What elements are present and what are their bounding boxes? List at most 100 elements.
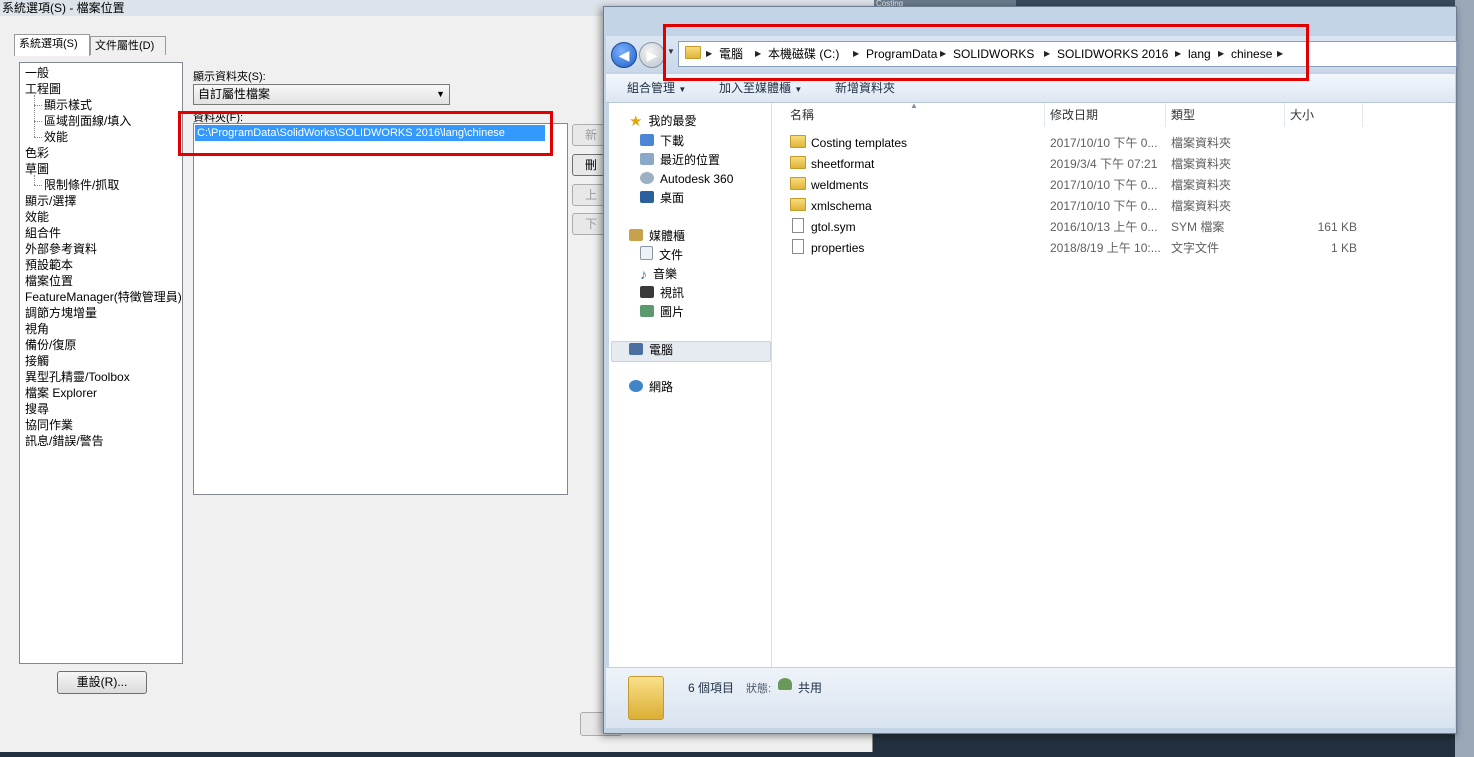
file-name-cell[interactable]: weldments — [790, 175, 868, 195]
folder-icon — [790, 177, 806, 190]
tab-document-properties[interactable]: 文件屬性(D) — [90, 36, 166, 55]
file-type: 文字文件 — [1171, 241, 1220, 255]
tree-connector-line — [34, 121, 42, 122]
file-size: 1 KB — [1330, 241, 1357, 255]
nav-videos[interactable]: 視訊 — [640, 284, 684, 302]
tree-item[interactable]: 草圖 — [25, 161, 49, 177]
status-label: 狀態: — [746, 683, 772, 695]
tree-item[interactable]: 工程圖 — [25, 81, 61, 97]
forward-arrow-icon[interactable]: ▶ — [639, 42, 665, 68]
nav-favorites[interactable]: ★ 我的最愛 — [629, 112, 696, 130]
nav-documents[interactable]: 文件 — [640, 246, 683, 264]
column-separator[interactable] — [1362, 103, 1363, 127]
nav-label: 最近的位置 — [660, 153, 721, 167]
file-name-cell[interactable]: gtol.sym — [790, 217, 856, 237]
reset-button[interactable]: 重設(R)... — [57, 671, 147, 694]
nav-label: 視訊 — [660, 286, 685, 300]
column-separator[interactable] — [1044, 103, 1045, 127]
red-highlight-folder-path — [178, 111, 553, 156]
library-icon — [629, 229, 643, 241]
tree-item[interactable]: 預設範本 — [25, 257, 73, 273]
video-icon — [640, 286, 654, 298]
file-modified: 2017/10/10 下午 0... — [1050, 178, 1158, 192]
show-folders-label: 顯示資料夾(S): — [193, 71, 266, 83]
tree-item[interactable]: 協同作業 — [25, 417, 73, 433]
file-modified: 2017/10/10 下午 0... — [1050, 199, 1158, 213]
status-bar — [606, 667, 1455, 728]
tree-item[interactable]: 顯示樣式 — [44, 97, 92, 113]
chevron-down-icon: ▼ — [436, 89, 445, 99]
nav-desktop[interactable]: 桌面 — [640, 189, 684, 207]
nav-computer[interactable]: 電腦 — [629, 341, 673, 359]
file-modified: 2019/3/4 下午 07:21 — [1050, 157, 1158, 171]
file-name-cell[interactable]: properties — [790, 238, 864, 258]
tree-item[interactable]: 檔案 Explorer — [25, 385, 97, 401]
tree-item[interactable]: 訊息/錯誤/警告 — [25, 433, 104, 449]
nav-libraries[interactable]: 媒體櫃 — [629, 227, 685, 245]
tree-item[interactable]: 效能 — [25, 209, 49, 225]
file-type: 檔案資料夾 — [1171, 157, 1232, 171]
tree-item[interactable]: 一般 — [25, 65, 49, 81]
tree-item[interactable]: 外部參考資料 — [25, 241, 97, 257]
nav-music[interactable]: ♪ 音樂 — [640, 265, 677, 283]
file-size: 161 KB — [1317, 220, 1357, 234]
item-count: 6 個項目 — [688, 681, 735, 695]
nav-label: 媒體櫃 — [649, 229, 686, 243]
tree-item[interactable]: 組合件 — [25, 225, 61, 241]
tree-item[interactable]: 限制條件/抓取 — [44, 177, 119, 193]
recent-places-icon — [640, 153, 654, 165]
column-header-name[interactable]: 名稱 — [790, 103, 814, 127]
column-header-modified[interactable]: 修改日期 — [1050, 103, 1098, 127]
tree-item[interactable]: 異型孔精靈/Toolbox — [25, 369, 130, 385]
tree-item[interactable]: 視角 — [25, 321, 49, 337]
tree-item[interactable]: 效能 — [44, 129, 68, 145]
nav-label: 網路 — [649, 380, 674, 394]
nav-recent[interactable]: 最近的位置 — [640, 151, 720, 169]
folders-list[interactable] — [193, 123, 568, 495]
column-header-type[interactable]: 類型 — [1171, 103, 1195, 127]
tree-item[interactable]: 顯示/選擇 — [25, 193, 76, 209]
file-icon — [792, 239, 804, 254]
file-icon — [792, 218, 804, 233]
tree-item[interactable]: 區域剖面線/填入 — [44, 113, 131, 129]
tree-item[interactable]: 搜尋 — [25, 401, 49, 417]
tab-label: 文件屬性(D) — [95, 40, 155, 52]
tree-item[interactable]: 檔案位置 — [25, 273, 73, 289]
tab-label: 系統選項(S) — [19, 38, 78, 50]
file-name-cell[interactable]: xmlschema — [790, 196, 872, 216]
column-header-size[interactable]: 大小 — [1290, 103, 1314, 127]
tree-item[interactable]: 色彩 — [25, 145, 49, 161]
back-arrow-icon[interactable]: ◀ — [611, 42, 637, 68]
show-folders-value: 自訂屬性檔案 — [198, 87, 271, 101]
folder-icon — [790, 135, 806, 148]
tree-item[interactable]: 接觸 — [25, 353, 49, 369]
file-name: weldments — [811, 178, 869, 192]
tab-system-options[interactable]: 系統選項(S) — [14, 34, 90, 56]
file-size — [1290, 133, 1357, 153]
nav-label: 下載 — [660, 134, 685, 148]
tree-item[interactable]: 備份/復原 — [25, 337, 76, 353]
file-name-cell[interactable]: Costing templates — [790, 133, 907, 153]
nav-label: 桌面 — [660, 191, 685, 205]
nav-autodesk-360[interactable]: Autodesk 360 — [640, 170, 733, 188]
download-icon — [640, 134, 654, 146]
column-separator[interactable] — [1165, 103, 1166, 127]
tree-item[interactable]: 調節方塊增量 — [25, 305, 97, 321]
options-tree[interactable]: 一般 工程圖 顯示樣式 區域剖面線/填入 效能 色彩 草圖 限制條件/抓取 顯示/選擇 效能 組合件… — [19, 62, 183, 664]
picture-icon — [640, 305, 654, 317]
organize-label: 組合管理 — [627, 81, 676, 95]
star-icon: ★ — [629, 113, 643, 130]
file-size — [1290, 196, 1357, 216]
nav-network[interactable]: 網路 — [629, 378, 673, 396]
red-highlight-address-bar — [663, 24, 1309, 81]
tree-item[interactable]: FeatureManager(特徵管理員) — [25, 289, 182, 305]
file-type: SYM 檔案 — [1171, 220, 1225, 234]
nav-label: 圖片 — [660, 305, 685, 319]
music-icon: ♪ — [640, 266, 647, 282]
show-folders-dropdown[interactable]: 自訂屬性檔案 ▼ — [193, 84, 450, 105]
file-name-cell[interactable]: sheetformat — [790, 154, 874, 174]
nav-pictures[interactable]: 圖片 — [640, 303, 684, 321]
nav-label: 文件 — [659, 248, 684, 262]
column-separator[interactable] — [1284, 103, 1285, 127]
nav-downloads[interactable]: 下載 — [640, 132, 684, 150]
